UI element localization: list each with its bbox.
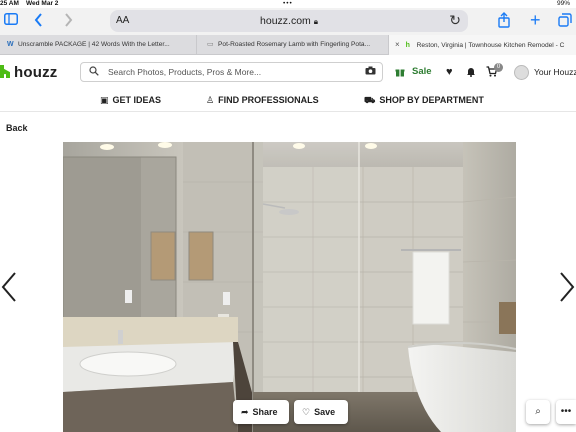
status-bar: 25 AM Wed Mar 2 ••• 99% [0,0,576,8]
previous-photo-arrow-icon[interactable] [0,270,18,310]
tab-houzz[interactable]: × h Reston, Virginia | Townhouse Kitchen R… [388,35,576,55]
bathroom-photo-illustration [63,142,516,432]
main-nav: ▣ GET IDEAS ♙ FIND PROFESSIONALS ⛟ SHOP BY … [0,90,576,112]
save-button[interactable]: ♡ Save [294,400,348,424]
tab-label: Pot-Roasted Rosemary Lamb with Fingerlin… [218,41,371,48]
address-bar[interactable]: AA houzz.com 🔒︎ ↻ [110,10,468,32]
status-time: 25 AM [0,0,19,7]
back-link[interactable]: Back [6,123,28,133]
avatar[interactable] [514,65,529,80]
your-houzz-link[interactable]: Your Houzz [534,67,576,77]
heart-icon[interactable]: ♥ [446,66,453,78]
reload-icon[interactable]: ↻ [449,12,461,29]
camera-icon[interactable] [365,66,376,78]
nav-shop-by-department[interactable]: ⛟ SHOP BY DEPARTMENT [364,95,484,107]
houzz-logo[interactable]: houzz [0,64,58,81]
share-arrow-icon: ➦ [241,407,249,417]
more-options-button[interactable]: ••• [556,400,576,424]
tab-label: Reston, Virginia | Townhouse Kitchen Rem… [416,42,565,49]
shop-icon: ⛟ [364,95,376,105]
nav-get-ideas[interactable]: ▣ GET IDEAS [100,95,161,106]
sale-link[interactable]: Sale [412,66,432,77]
heart-outline-icon: ♡ [302,407,311,417]
houzz-logo-mark [0,65,10,78]
tab-bar: W Unscramble PACKAGE | 42 Words With the … [0,35,576,55]
new-tab-icon[interactable]: + [530,11,541,29]
tab-lamb-recipe[interactable]: ▭ Pot-Roasted Rosemary Lamb with Fingerli… [196,35,388,55]
tab-unscramble[interactable]: W Unscramble PACKAGE | 42 Words With the … [0,35,196,55]
houzz-favicon: h [405,42,410,49]
cart-count-badge: 0 [494,63,503,72]
tab-favicon: ▭ [207,41,214,48]
bathroom-photo[interactable] [63,142,516,432]
close-tab-icon[interactable]: × [395,35,400,55]
gift-icon [395,67,405,80]
visual-search-button[interactable]: ⌕ [526,400,550,424]
forward-icon[interactable] [64,13,73,31]
lock-icon: 🔒︎ [313,17,318,26]
ideas-icon: ▣ [100,95,109,105]
multitask-dots[interactable]: ••• [283,0,293,7]
more-dots-icon: ••• [560,406,572,417]
share-button[interactable]: ➦ Share [233,400,289,424]
back-icon[interactable] [34,13,43,31]
search-icon [89,66,99,79]
notifications-bell-icon[interactable] [466,66,476,80]
search-placeholder: Search Photos, Products, Pros & More... [108,67,262,77]
share-icon[interactable] [498,12,510,32]
professional-icon: ♙ [206,95,215,105]
site-header: houzz Search Photos, Products, Pros & Mo… [0,56,576,90]
visual-search-icon: ⌕ [535,406,541,417]
tab-label: Unscramble PACKAGE | 42 Words With the L… [18,41,170,48]
tab-favicon: W [7,41,14,48]
status-date: Wed Mar 2 [26,0,59,7]
battery-level: 99% [556,0,570,7]
next-photo-arrow-icon[interactable] [558,270,576,310]
tabs-overview-icon[interactable] [558,13,572,31]
nav-find-professionals[interactable]: ♙ FIND PROFESSIONALS [206,95,319,106]
search-input[interactable]: Search Photos, Products, Pros & More... [80,62,383,82]
browser-toolbar: AA houzz.com 🔒︎ ↻ + [0,8,576,35]
sidebar-icon[interactable] [4,13,18,29]
url-text: houzz.com 🔒︎ [260,15,318,27]
